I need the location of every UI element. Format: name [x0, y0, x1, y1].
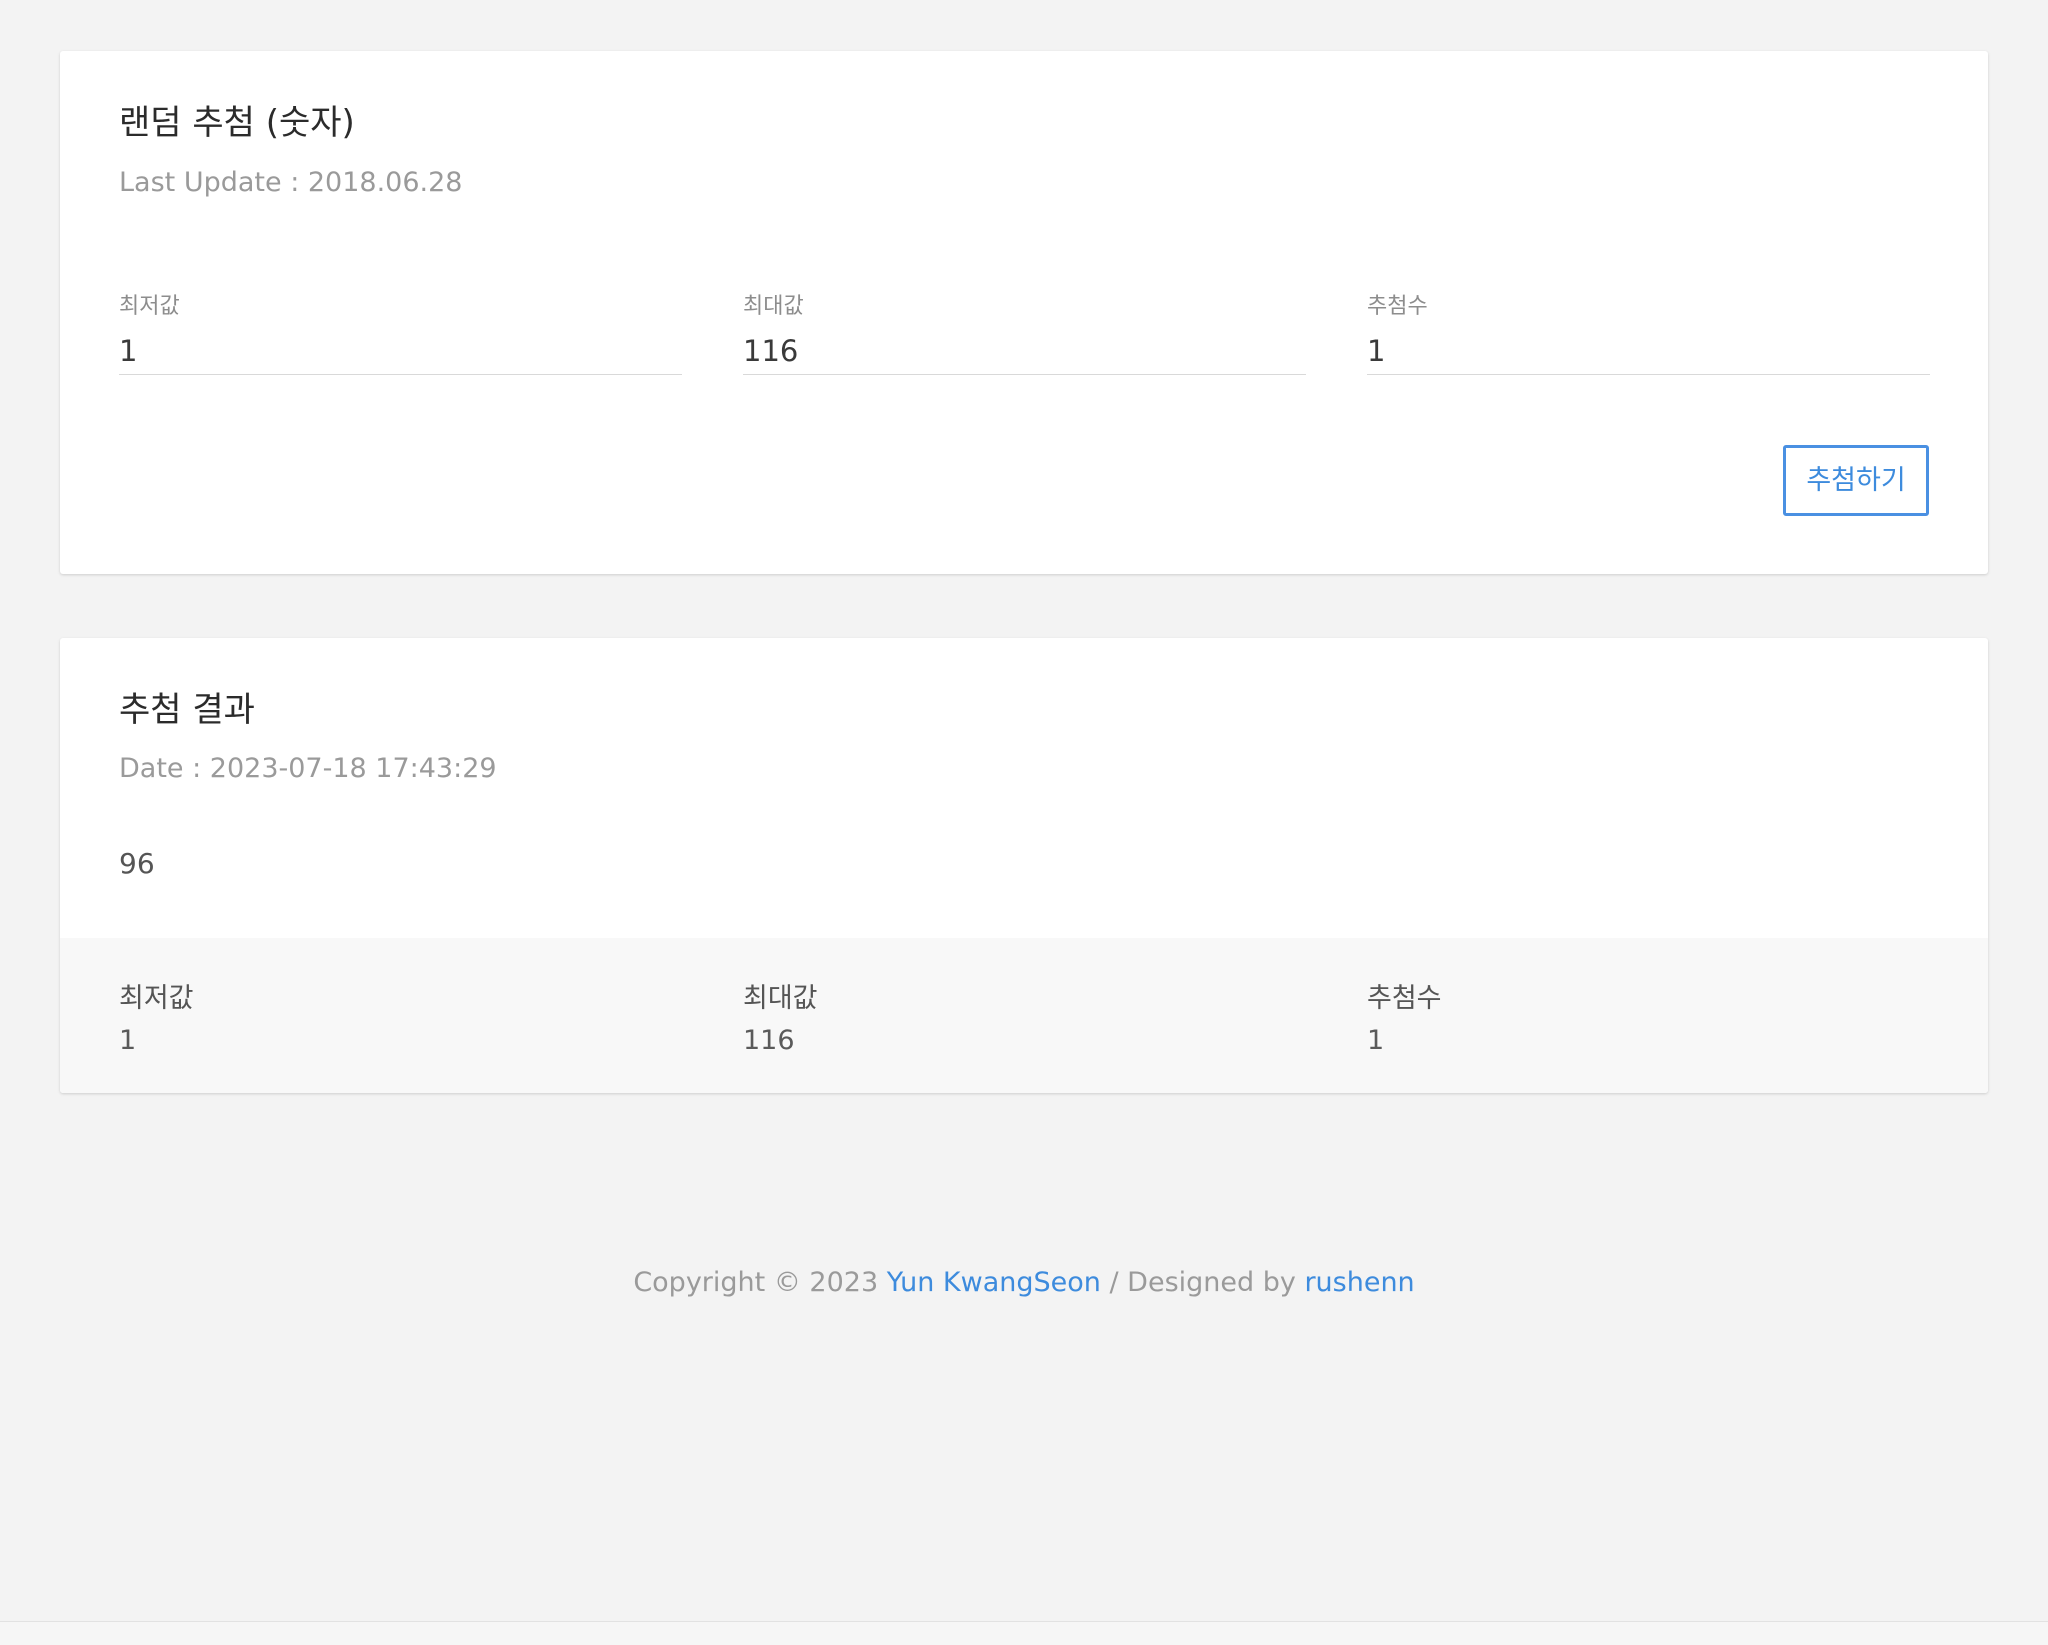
page-title: 랜덤 추첨 (숫자): [119, 103, 355, 143]
summary-max-value: 116: [743, 1025, 795, 1056]
page-footer: Copyright © 2023 Yun KwangSeon / Designe…: [0, 1266, 2048, 1300]
result-date-text: Date : 2023-07-18 17:43:29: [119, 753, 497, 784]
draw-result-card: 추첨 결과 Date : 2023-07-18 17:43:29 96 최저값 …: [60, 638, 1988, 1093]
last-update-text: Last Update : 2018.06.28: [119, 167, 463, 198]
summary-count-value: 1: [1367, 1025, 1385, 1056]
random-draw-card: 랜덤 추첨 (숫자) Last Update : 2018.06.28 최저값 …: [60, 51, 1988, 574]
copyright-text: Copyright © 2023: [633, 1267, 879, 1298]
designed-by-text: / Designed by: [1109, 1267, 1296, 1298]
summary-min-value: 1: [119, 1025, 137, 1056]
summary-min-label: 최저값: [119, 983, 194, 1014]
min-value-label: 최저값: [119, 294, 180, 319]
summary-count-label: 추첨수: [1367, 983, 1442, 1014]
min-value-field: 최저값: [119, 294, 682, 391]
result-title: 추첨 결과: [119, 690, 255, 730]
summary-max-label: 최대값: [743, 983, 818, 1014]
draw-count-input[interactable]: [1367, 328, 1930, 375]
author-link[interactable]: Yun KwangSeon: [887, 1267, 1101, 1298]
draw-button[interactable]: 추첨하기: [1783, 445, 1929, 516]
bottom-bar: [0, 1621, 2048, 1645]
summary-count: 추첨수 1: [1367, 983, 1442, 1057]
max-value-field: 최대값: [743, 294, 1306, 391]
draw-count-label: 추첨수: [1367, 294, 1428, 319]
summary-max: 최대값 116: [743, 983, 818, 1057]
designer-link[interactable]: rushenn: [1304, 1267, 1414, 1298]
result-summary: 최저값 1 최대값 116 추첨수 1: [60, 938, 1988, 1093]
result-number: 96: [119, 847, 155, 880]
draw-count-field: 추첨수: [1367, 294, 1930, 391]
min-value-input[interactable]: [119, 328, 682, 375]
max-value-label: 최대값: [743, 294, 804, 319]
summary-min: 최저값 1: [119, 983, 194, 1057]
max-value-input[interactable]: [743, 328, 1306, 375]
